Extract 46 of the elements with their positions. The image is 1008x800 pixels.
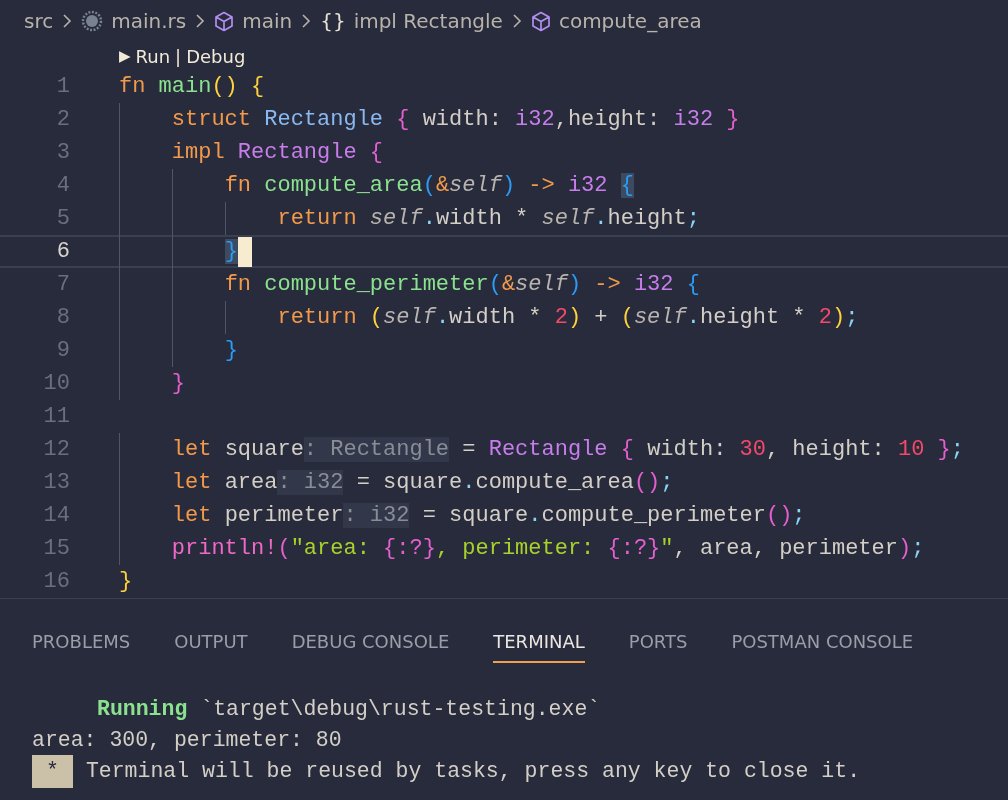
- panel-tab[interactable]: TERMINAL: [493, 620, 585, 663]
- line-number: 12: [42, 436, 70, 464]
- cube-icon: [530, 10, 551, 32]
- line-number: 1: [55, 73, 70, 101]
- line-number: 10: [42, 370, 70, 398]
- line-number: 13: [42, 469, 70, 497]
- panel-tab[interactable]: PROBLEMS: [32, 620, 131, 663]
- code-line: fn main() {: [119, 73, 265, 101]
- line-number: 4: [55, 172, 70, 200]
- line-number: 8: [55, 304, 70, 332]
- braces-icon: {}: [320, 6, 346, 36]
- terminal-text: area: 300, perimeter: 80: [32, 727, 342, 755]
- line-number: 7: [55, 271, 70, 299]
- codelens-link[interactable]: Debug: [186, 42, 246, 70]
- panel-tab[interactable]: PORTS: [628, 620, 688, 663]
- terminal-text: Terminal will be reused by tasks, press any key to close it.: [85, 758, 861, 786]
- gear-icon: [81, 10, 104, 32]
- cube-icon: [214, 10, 235, 32]
- separator-text: |: [175, 44, 182, 69]
- panel-tab[interactable]: POSTMAN CONSOLE: [731, 620, 914, 663]
- line-number: 16: [42, 568, 70, 596]
- breadcrumb-item[interactable]: impl Rectangle: [353, 6, 503, 36]
- panel-tab[interactable]: DEBUG CONSOLE: [291, 620, 450, 663]
- status-text: Running: [97, 696, 188, 724]
- breadcrumb-item[interactable]: main.rs: [111, 6, 187, 36]
- line-number: 14: [42, 502, 70, 530]
- prompt-badge: *: [32, 755, 73, 788]
- line-number: 9: [55, 337, 70, 365]
- chevron-icon: [300, 12, 313, 30]
- chevron-icon: [61, 12, 74, 30]
- line-number: 2: [55, 106, 70, 134]
- terminal-text: `target\debug\rust-testing.exe`: [199, 696, 601, 724]
- code-line: }: [119, 568, 133, 596]
- line-number: 11: [42, 403, 70, 431]
- breadcrumb-item[interactable]: src: [24, 6, 54, 36]
- panel-tab[interactable]: OUTPUT: [174, 620, 248, 663]
- line-number: 3: [55, 139, 70, 167]
- line-number: 6: [55, 238, 70, 266]
- line-number: 5: [55, 205, 70, 233]
- breadcrumb-item[interactable]: main: [242, 6, 293, 36]
- play-icon: ▶: [119, 44, 131, 68]
- breadcrumb-item[interactable]: compute_area: [558, 6, 702, 36]
- codelens-link[interactable]: Run: [135, 42, 171, 70]
- chevron-icon: [510, 12, 523, 30]
- chevron-icon: [194, 12, 207, 30]
- line-number: 15: [42, 535, 70, 563]
